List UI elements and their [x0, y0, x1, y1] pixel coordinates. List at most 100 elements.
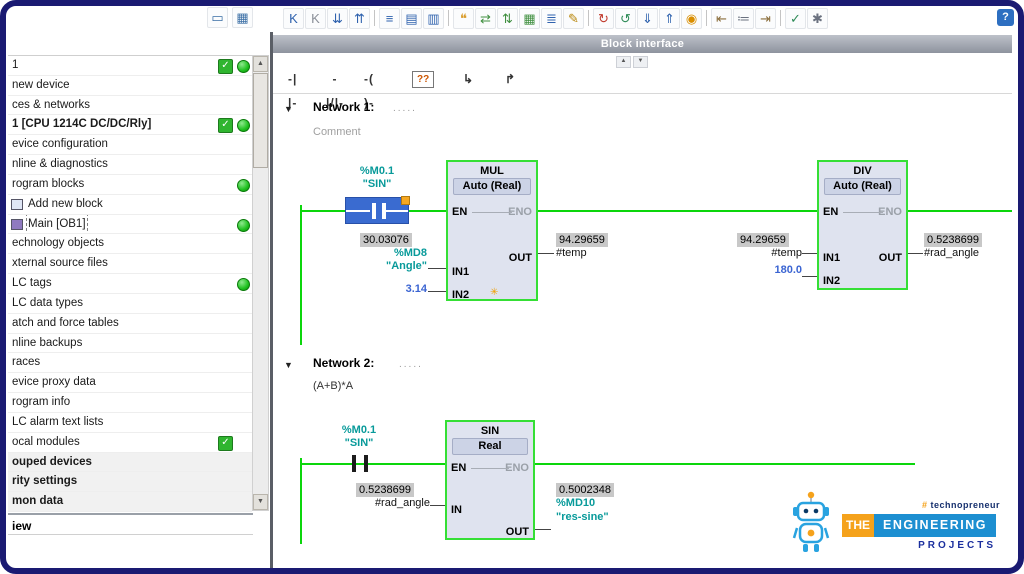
sin-block[interactable]: SIN Real EN ENO IN OUT — [445, 420, 535, 540]
tree-item-rogram-info[interactable]: rogram info — [8, 393, 252, 413]
selection-handle[interactable] — [401, 196, 410, 205]
scrollbar-thumb[interactable] — [253, 73, 268, 168]
copy-snapshots-icon[interactable]: ⇊ — [327, 7, 348, 29]
tree-item-lc-data-types[interactable]: LC data types — [8, 293, 252, 314]
mul-block[interactable]: MUL Auto (Real) EN ENO IN1 IN2 OUT ✳ — [446, 160, 538, 301]
collapse-networks-icon[interactable]: ▤ — [401, 7, 422, 29]
absolute-operands-icon[interactable]: ⇄ — [475, 7, 496, 29]
tag-information-icon[interactable]: ▦ — [519, 7, 540, 29]
contact-nc-button[interactable]: -|/|- — [323, 67, 347, 110]
load-start-values-icon[interactable]: ⇈ — [349, 7, 370, 29]
keep-actual-values-icon[interactable]: K — [283, 7, 304, 29]
contact-no-button[interactable]: -| |- — [285, 67, 300, 110]
tree-item-evice-configuration[interactable]: evice configuration — [8, 135, 252, 156]
tree-item-1[interactable]: 1 ✓ — [8, 56, 252, 76]
contact-address[interactable]: %M0.1 — [322, 424, 396, 437]
operand-name[interactable]: #temp — [732, 247, 802, 260]
monitor-value[interactable]: 30.03076 — [360, 233, 412, 247]
scroll-up-button[interactable]: ▲ — [253, 56, 268, 72]
div-block[interactable]: DIV Auto (Real) EN ENO IN1 IN2 OUT — [817, 160, 908, 290]
scroll-down-button[interactable]: ▼ — [253, 494, 268, 510]
enter-next-input-icon[interactable]: ✳ — [490, 288, 498, 298]
network1-comment[interactable]: Comment — [313, 126, 361, 138]
tree-item-mon-data[interactable]: mon data — [8, 492, 252, 512]
close-branch-button[interactable]: ↱ — [502, 67, 519, 91]
empty-box-button[interactable]: ?? — [412, 71, 435, 88]
tree-item-add-new-block[interactable]: Add new block — [8, 194, 252, 215]
tree-item-lc-tags[interactable]: LC tags — [8, 274, 252, 294]
monitoring-icon[interactable]: ◉ — [681, 7, 702, 29]
help-icon[interactable]: ? — [997, 9, 1014, 26]
block-type-dropdown[interactable]: Auto (Real) — [453, 178, 531, 195]
tree-item-races[interactable]: races — [8, 353, 252, 374]
network1-collapse-icon[interactable]: ▼ — [284, 104, 293, 114]
panel-divider[interactable] — [270, 32, 273, 568]
jump-forward-icon[interactable]: ⇥ — [755, 7, 776, 29]
coil-button[interactable]: -( )- — [361, 67, 377, 110]
block-type-dropdown[interactable]: Real — [452, 438, 528, 455]
tree-item-xternal-source-files[interactable]: xternal source files — [8, 254, 252, 275]
syntax-check-icon[interactable]: ✓ — [785, 7, 806, 29]
network1-title[interactable]: Network 1: — [313, 100, 374, 114]
splitter-down-button[interactable]: ▼ — [633, 56, 648, 68]
contact-tag-name[interactable]: "SIN" — [322, 437, 396, 450]
tree-item-ocal-modules[interactable]: ocal modules ✓ — [8, 432, 252, 453]
download-icon[interactable]: ⇓ — [637, 7, 658, 29]
tree-item-new-device[interactable]: new device — [8, 75, 252, 96]
monitor-value[interactable]: 94.29659 — [737, 233, 789, 247]
tree-scrollbar[interactable]: ▲ ▼ — [252, 55, 269, 511]
jump-backward-icon[interactable]: ⇤ — [711, 7, 732, 29]
network2-collapse-icon[interactable]: ▼ — [284, 360, 293, 370]
monitor-value[interactable]: 0.5002348 — [556, 483, 614, 497]
overview-window-icon[interactable]: ▭ — [207, 7, 228, 28]
go-online-icon[interactable]: ↻ — [593, 7, 614, 29]
contact-address[interactable]: %M0.1 — [340, 165, 414, 178]
tree-item-nline-diagnostics[interactable]: nline & diagnostics — [8, 155, 252, 175]
contact-bar-icon[interactable] — [364, 455, 368, 472]
operand-address[interactable]: %MD8 — [357, 247, 427, 260]
tree-item-evice-proxy-data[interactable]: evice proxy data — [8, 373, 252, 394]
network-table-icon[interactable]: ▥ — [423, 7, 444, 29]
tree-item-1-cpu-1214c-dc-dc-rly[interactable]: 1 [CPU 1214C DC/DC/Rly] ✓ — [8, 115, 252, 136]
monitor-value[interactable]: 94.29659 — [556, 233, 608, 247]
favorites-icon[interactable]: ≣ — [541, 7, 562, 29]
tree-item-rity-settings[interactable]: rity settings — [8, 472, 252, 493]
constant-value[interactable]: 180.0 — [732, 264, 802, 277]
contact-bar-icon[interactable] — [352, 455, 356, 472]
details-view-header[interactable]: iew — [8, 513, 253, 535]
operand-name[interactable]: #rad_angle — [352, 497, 430, 510]
block-type-dropdown[interactable]: Auto (Real) — [824, 178, 901, 195]
tree-item-ouped-devices[interactable]: ouped devices — [8, 452, 252, 473]
expand-networks-icon[interactable]: ≡ — [379, 7, 400, 29]
splitter-up-button[interactable]: ▲ — [616, 56, 631, 68]
operand-address[interactable]: %MD10 — [556, 497, 595, 510]
compile-icon[interactable]: ✱ — [807, 7, 828, 29]
operand-name[interactable]: "Angle" — [347, 260, 427, 273]
call-environment-icon[interactable]: ≔ — [733, 7, 754, 29]
open-branch-button[interactable]: ↳ — [460, 67, 477, 91]
split-editor-icon[interactable]: ▦ — [232, 7, 253, 28]
operand-name[interactable]: #rad_angle — [924, 247, 979, 260]
symbolic-operands-icon[interactable]: ⇅ — [497, 7, 518, 29]
tree-item-atch-and-force-tables[interactable]: atch and force tables — [8, 313, 252, 334]
tree-item-ces-networks[interactable]: ces & networks — [8, 95, 252, 116]
tree-item-rogram-blocks[interactable]: rogram blocks — [8, 174, 252, 195]
operand-name[interactable]: "res-sine" — [556, 511, 609, 524]
monitor-value[interactable]: 0.5238699 — [356, 483, 414, 497]
upload-icon[interactable]: ⇑ — [659, 7, 680, 29]
tree-item-echnology-objects[interactable]: echnology objects — [8, 234, 252, 255]
tree-item-lc-alarm-text-lists[interactable]: LC alarm text lists — [8, 412, 252, 433]
tree-item-main-ob1[interactable]: Main [OB1] — [8, 214, 252, 235]
network2-title[interactable]: Network 2: — [313, 356, 374, 370]
contact-sin-selected[interactable] — [345, 196, 410, 224]
tree-item-nline-backups[interactable]: nline backups — [8, 333, 252, 354]
network-comments-icon[interactable]: ❝ — [453, 7, 474, 29]
go-offline-icon[interactable]: ↺ — [615, 7, 636, 29]
constant-value[interactable]: 3.14 — [357, 283, 427, 296]
operand-name[interactable]: #temp — [556, 247, 587, 260]
monitor-value[interactable]: 0.5238699 — [924, 233, 982, 247]
network2-comment[interactable]: (A+B)*A — [313, 380, 353, 392]
free-comments-icon[interactable]: ✎ — [563, 7, 584, 29]
snapshot-values-icon[interactable]: K — [305, 7, 326, 29]
contact-tag-name[interactable]: "SIN" — [340, 178, 414, 191]
